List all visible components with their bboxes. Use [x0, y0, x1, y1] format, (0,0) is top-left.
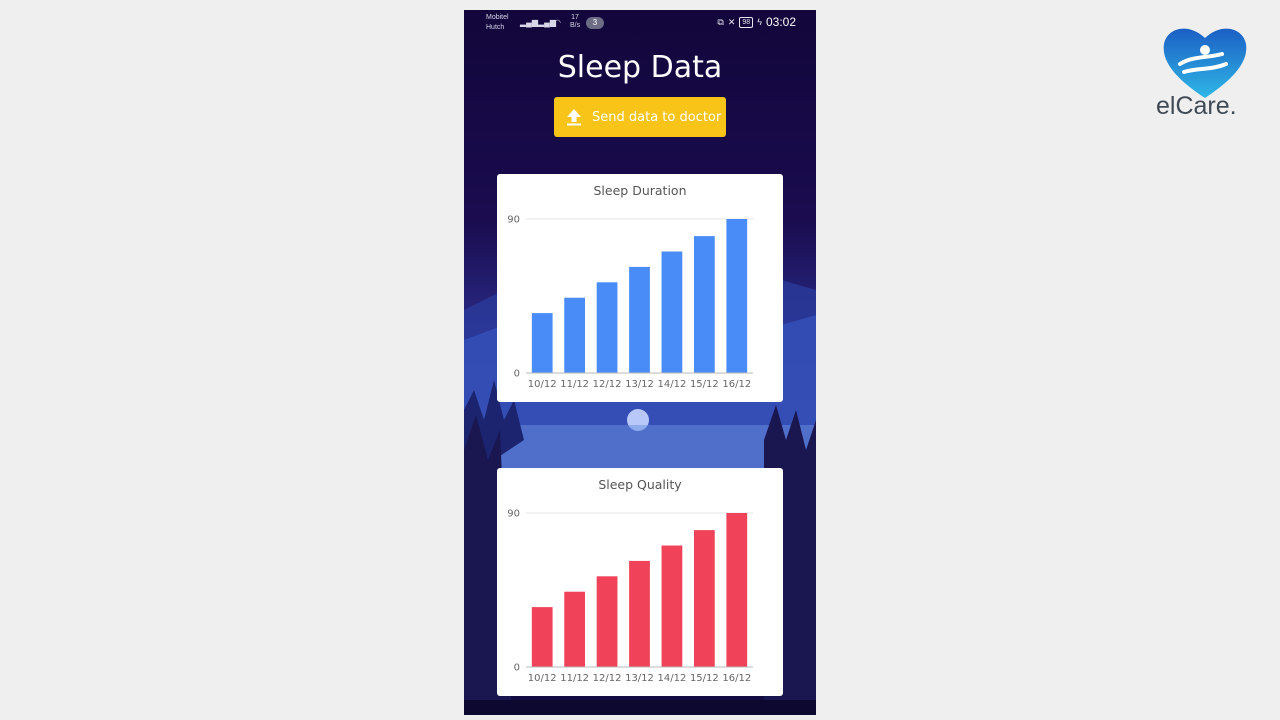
x-tick-label: 11/12	[560, 673, 589, 684]
bar	[693, 236, 715, 373]
y-tick-label: 90	[507, 509, 520, 520]
x-tick-label: 15/12	[690, 673, 719, 684]
clock: 03:02	[765, 15, 796, 29]
wifi-icon: ◠	[554, 18, 561, 27]
bar	[596, 576, 618, 667]
bar	[726, 219, 748, 373]
x-tick-label: 12/12	[593, 379, 622, 390]
bar	[629, 266, 650, 373]
phone-screen: Mobitel Hutch ▂▄▆ ▂▄▆ ◠ 17 B/s 3 ⧉ ✕ 98 …	[464, 10, 816, 715]
x-tick-label: 15/12	[690, 379, 719, 390]
sleep-quality-chart: 0 90 10/12 11/12 12/12 13/12 14/12 15/12 16/12	[507, 509, 753, 684]
sleep-duration-chart: 0 90 10/12 11/12 12/12 13/12 14/12 15/12 16/12	[507, 215, 753, 390]
bar	[564, 591, 586, 667]
bar	[661, 251, 683, 373]
sleep-duration-card: Sleep Duration 0 90 10/12 11/12 12/12 13/12 14…	[497, 174, 783, 402]
bar	[531, 607, 553, 667]
x-tick-label: 10/12	[528, 379, 557, 390]
x-tick-label: 13/12	[625, 673, 654, 684]
carrier-2: Hutch	[486, 24, 505, 31]
bar	[531, 313, 553, 373]
signal-icon: ▂▄▆	[520, 18, 538, 27]
x-tick-label: 14/12	[658, 379, 687, 390]
brand-name: elCare.	[1156, 92, 1237, 120]
net-speed-value: 17	[571, 14, 579, 21]
send-data-button[interactable]: Send data to doctor	[554, 97, 726, 137]
x-tick-label: 11/12	[560, 379, 589, 390]
bar	[596, 282, 618, 373]
net-speed: 17 B/s	[570, 14, 580, 30]
x-tick-label: 12/12	[593, 673, 622, 684]
x-tick-label: 16/12	[722, 379, 751, 390]
status-bar: Mobitel Hutch ▂▄▆ ▂▄▆ ◠ 17 B/s 3 ⧉ ✕ 98 …	[464, 10, 816, 36]
x-tick-label: 13/12	[625, 379, 654, 390]
carrier-1: Mobitel	[486, 14, 509, 21]
y-tick-label: 0	[514, 663, 520, 674]
cast-icon: ⧉	[717, 16, 724, 27]
bar	[564, 297, 586, 373]
bar	[629, 560, 650, 667]
bar	[661, 545, 683, 667]
x-tick-label: 10/12	[528, 673, 557, 684]
send-data-button-label: Send data to doctor	[592, 109, 722, 125]
status-right: ⧉ ✕ 98 ϟ 03:02	[717, 15, 796, 29]
x-tick-label: 14/12	[658, 673, 687, 684]
page-title: Sleep Data	[557, 50, 723, 85]
y-tick-label: 0	[514, 369, 520, 380]
y-tick-label: 90	[507, 215, 520, 226]
carrier-labels: Mobitel Hutch	[486, 13, 509, 33]
bar	[693, 530, 715, 667]
charging-icon: ϟ	[757, 17, 762, 27]
notification-badge: 3	[586, 17, 604, 29]
upload-icon	[567, 109, 581, 126]
bar	[726, 513, 748, 667]
battery-icon: 98	[739, 16, 754, 28]
net-speed-unit: B/s	[570, 22, 581, 29]
sleep-quality-card: Sleep Quality 0 90 10/12 11/12 12/12 13/12 14/…	[497, 468, 783, 696]
mute-icon: ✕	[727, 16, 736, 27]
x-tick-label: 16/12	[722, 673, 751, 684]
